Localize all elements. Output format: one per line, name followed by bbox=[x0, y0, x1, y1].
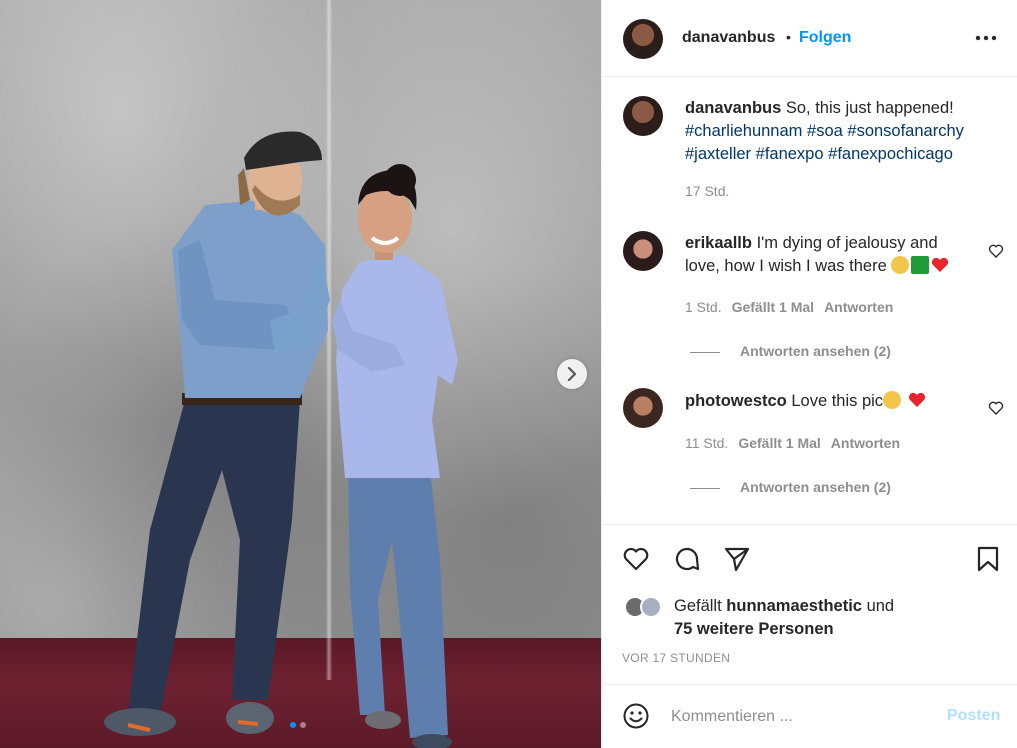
heart-icon[interactable] bbox=[622, 545, 650, 573]
post-timestamp[interactable]: VOR 17 STUNDEN bbox=[622, 651, 730, 665]
hashtag-link[interactable]: #fanexpo bbox=[756, 145, 824, 163]
liker-avatar[interactable] bbox=[640, 596, 662, 618]
hashtag-link[interactable]: #charliehunnam bbox=[685, 122, 802, 140]
caption-time[interactable]: 17 Std. bbox=[685, 183, 729, 199]
comment-input[interactable] bbox=[671, 705, 921, 729]
action-bar: Gefällt hunnamaesthetic und 75 weitere P… bbox=[602, 524, 1017, 684]
view-replies-button[interactable]: Antworten ansehen (2) bbox=[690, 479, 891, 495]
comment-icon[interactable] bbox=[673, 545, 701, 573]
comment-meta: 11 Std. Gefällt 1 Mal Antworten bbox=[685, 435, 900, 451]
view-replies-label: Antworten ansehen (2) bbox=[740, 343, 891, 359]
brazil-flag-emoji-icon bbox=[911, 256, 930, 274]
comment-time[interactable]: 11 Std. bbox=[685, 435, 728, 451]
post-header: danavanbus • Folgen bbox=[602, 0, 1017, 77]
smiley-icon[interactable] bbox=[622, 702, 650, 730]
comment-likes[interactable]: Gefällt 1 Mal bbox=[738, 435, 820, 451]
comment-likes[interactable]: Gefällt 1 Mal bbox=[732, 299, 814, 315]
comment-username[interactable]: erikaallb bbox=[685, 234, 752, 252]
view-replies-button[interactable]: Antworten ansehen (2) bbox=[690, 343, 891, 359]
hashtag-link[interactable]: #soa bbox=[807, 122, 843, 140]
next-arrow-icon bbox=[567, 367, 577, 381]
carousel-indicator bbox=[290, 722, 306, 728]
likes-username[interactable]: hunnamaesthetic bbox=[726, 597, 862, 615]
add-comment-bar: Posten bbox=[602, 684, 1017, 748]
reply-button[interactable]: Antworten bbox=[824, 299, 893, 315]
smiling-face-with-hearts-emoji-icon bbox=[883, 391, 902, 409]
comment-body: Love this pic bbox=[791, 392, 884, 410]
comment-text: erikaallb I'm dying of jealousy and love… bbox=[685, 232, 965, 278]
instagram-post: danavanbus • Folgen danavanbus So, this … bbox=[0, 0, 1017, 748]
share-icon[interactable] bbox=[723, 545, 751, 573]
view-replies-label: Antworten ansehen (2) bbox=[740, 479, 891, 495]
comment-time[interactable]: 1 Std. bbox=[685, 299, 722, 315]
caption: danavanbus So, this just happened! #char… bbox=[685, 97, 1005, 166]
likes-others-link[interactable]: 75 weitere Personen bbox=[674, 620, 834, 638]
replies-line bbox=[690, 351, 720, 353]
carousel-dot bbox=[300, 722, 306, 728]
comment-username[interactable]: photowestco bbox=[685, 392, 787, 410]
post-sidebar: danavanbus • Folgen danavanbus So, this … bbox=[601, 0, 1017, 748]
hashtag-link[interactable]: #jaxteller bbox=[685, 145, 751, 163]
header-username[interactable]: danavanbus bbox=[682, 29, 775, 47]
likes-middle: und bbox=[866, 597, 895, 615]
red-heart-emoji-icon bbox=[932, 257, 949, 272]
comment-meta: 1 Std. Gefällt 1 Mal Antworten bbox=[685, 299, 893, 315]
hashtag-link[interactable]: #fanexpochicago bbox=[828, 145, 953, 163]
avatar[interactable] bbox=[623, 19, 663, 59]
carousel-dot-active bbox=[290, 722, 296, 728]
red-heart-emoji-icon bbox=[908, 392, 925, 407]
header-separator: • bbox=[786, 29, 791, 45]
comment-avatar[interactable] bbox=[623, 231, 663, 271]
post-comment-button[interactable]: Posten bbox=[947, 707, 1000, 725]
likes-summary: Gefällt hunnamaesthetic und 75 weitere P… bbox=[674, 595, 1004, 641]
pleading-face-emoji-icon bbox=[891, 256, 910, 274]
caption-username[interactable]: danavanbus bbox=[685, 99, 781, 117]
photo-people-illustration bbox=[104, 131, 458, 748]
like-comment-heart-icon[interactable] bbox=[988, 243, 1004, 259]
likes-prefix: Gefällt bbox=[674, 597, 722, 615]
man-figure bbox=[104, 131, 330, 736]
hashtag-link[interactable]: #sonsofanarchy bbox=[847, 122, 964, 140]
comments-section[interactable]: danavanbus So, this just happened! #char… bbox=[602, 77, 1017, 524]
like-comment-heart-icon[interactable] bbox=[988, 400, 1004, 416]
reply-button[interactable]: Antworten bbox=[831, 435, 900, 451]
bookmark-icon[interactable] bbox=[974, 545, 1002, 573]
comment-avatar[interactable] bbox=[623, 388, 663, 428]
replies-line bbox=[690, 487, 720, 489]
more-icon[interactable] bbox=[974, 28, 998, 48]
follow-button[interactable]: Folgen bbox=[799, 29, 851, 47]
next-slide-button[interactable] bbox=[557, 359, 587, 389]
caption-avatar[interactable] bbox=[623, 96, 663, 136]
woman-figure bbox=[332, 164, 458, 748]
caption-text: So, this just happened! bbox=[785, 99, 954, 117]
comment-text: photowestco Love this pic bbox=[685, 390, 965, 413]
post-photo[interactable] bbox=[0, 0, 601, 748]
